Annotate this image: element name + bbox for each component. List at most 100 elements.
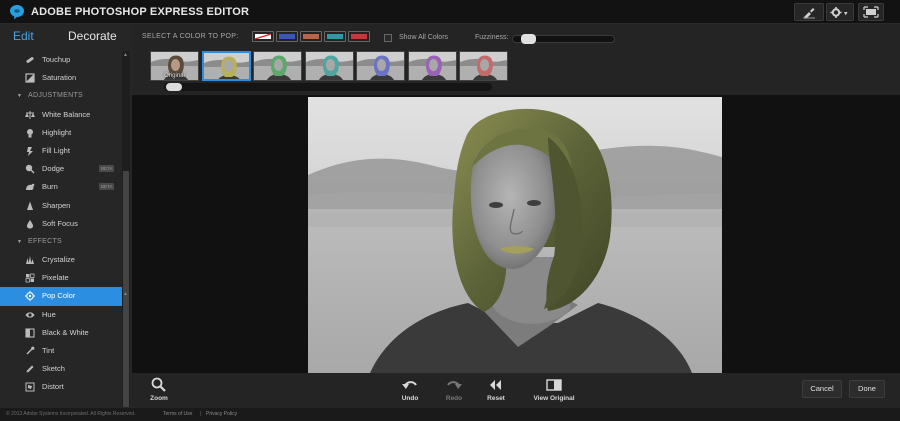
sidebar-item-saturation[interactable]: Saturation (0, 69, 122, 87)
sidebar-item-label: White Balance (42, 109, 91, 119)
no-color-icon (254, 33, 272, 40)
undo-label: Undo (401, 395, 419, 402)
canvas-area (132, 95, 900, 373)
undo-button[interactable]: Undo (396, 377, 424, 402)
color-swatch[interactable] (348, 31, 370, 42)
privacy-link[interactable]: Privacy Policy (206, 411, 237, 417)
color-swatch[interactable] (324, 31, 346, 42)
thumbnail-preset[interactable] (304, 51, 354, 81)
footer: © 2013 Adobe Systems Incorporated. All R… (0, 407, 900, 421)
fullscreen-button[interactable] (858, 3, 884, 21)
sidebar-item-label: Crystalize (42, 255, 75, 265)
crystal-icon (26, 256, 34, 265)
color-swatch[interactable] (300, 31, 322, 42)
collapse-caret-icon[interactable]: ▼ (17, 239, 22, 245)
sharpen-icon (27, 201, 33, 210)
pencil-icon (26, 365, 34, 373)
app-title: ADOBE PHOTOSHOP EXPRESS EDITOR (31, 6, 250, 18)
bandage-icon (26, 57, 34, 63)
sidebar-item-hue[interactable]: Hue (0, 306, 122, 324)
thumbnail-image (357, 52, 404, 80)
copyright-text: © 2013 Adobe Systems Incorporated. All R… (6, 411, 136, 417)
thumbnail-preset[interactable] (459, 51, 508, 81)
title-bar: ADOBE PHOTOSHOP EXPRESS EDITOR ▾ (0, 0, 900, 24)
scroll-up-icon[interactable]: ▲ (123, 291, 128, 297)
sidebar-item-label: Sketch (42, 364, 65, 374)
tool-list: Touchup Saturation ▼ ADJUSTMENTS White Balan… (0, 51, 122, 397)
collapse-caret-icon[interactable]: ▼ (17, 93, 22, 99)
distort-icon (25, 382, 35, 392)
tab-edit[interactable]: Edit (13, 29, 34, 43)
sidebar-item-pixelate[interactable]: Pixelate (0, 269, 122, 287)
tab-decorate[interactable]: Decorate (68, 29, 117, 43)
sidebar-item-label: Pixelate (42, 273, 69, 283)
reset-button[interactable]: Reset (482, 377, 510, 402)
settings-menu-button[interactable]: ▾ (826, 3, 854, 21)
sidebar-item-white-balance[interactable]: White Balance (0, 106, 122, 124)
cancel-button[interactable]: Cancel (802, 380, 842, 398)
sidebar-item-burn[interactable]: Burn BETA (0, 178, 122, 196)
sidebar-item-sketch[interactable]: Sketch (0, 360, 122, 378)
svg-text:▾: ▾ (844, 10, 848, 18)
bw-icon (25, 328, 35, 338)
sidebar-item-dodge[interactable]: Dodge BETA (0, 160, 122, 178)
flash-icon (27, 146, 33, 156)
thumbnail-preset[interactable] (201, 51, 251, 81)
left-panel: Edit Decorate Touchup Saturation ▼ ADJUSTME… (0, 24, 132, 421)
magnifier-icon (151, 377, 166, 392)
bottom-toolbar: Zoom Undo Redo Reset View Original Cance… (132, 373, 900, 407)
sidebar-item-label: Saturation (42, 73, 77, 83)
sidebar-item-pop-color[interactable]: Pop Color (0, 287, 122, 306)
mode-tabs: Edit Decorate (0, 24, 132, 49)
dropper-icon (26, 346, 35, 355)
show-all-colors-checkbox[interactable] (384, 34, 392, 42)
fuzziness-label: Fuzziness: (475, 34, 509, 41)
sidebar-item-black-white[interactable]: Black & White (0, 324, 122, 342)
burn-icon (26, 184, 35, 191)
tool-list-scrollbar[interactable]: ▲ ▲ ▼ (122, 51, 130, 421)
sidebar-item-crystalize[interactable]: Crystalize (0, 251, 122, 269)
gear-icon: ▾ (830, 7, 848, 18)
thumbnail-label: Original (164, 73, 185, 79)
redo-button[interactable]: Redo (440, 377, 468, 402)
view-original-button[interactable]: View Original (528, 377, 580, 402)
thumbnail-preset[interactable] (253, 51, 302, 81)
thumbnail-scrollbar[interactable] (164, 83, 492, 91)
thumbnail-original[interactable]: Original (150, 51, 199, 81)
section-header-effects[interactable]: ▼ EFFECTS (0, 233, 122, 251)
sidebar-item-fill-light[interactable]: Fill Light (0, 142, 122, 160)
color-swatch[interactable] (276, 31, 298, 42)
sidebar-item-tint[interactable]: Tint (0, 342, 122, 360)
edited-photo[interactable] (308, 97, 722, 373)
terms-link[interactable]: Terms of Use (163, 411, 192, 417)
sidebar-item-distort[interactable]: Distort (0, 378, 122, 396)
thumbnail-image (254, 52, 301, 80)
thumbnail-preset[interactable] (356, 51, 405, 81)
thumbnail-scrollbar-thumb[interactable] (166, 83, 182, 91)
scale-icon (25, 110, 35, 119)
footer-separator: | (200, 411, 202, 417)
done-button[interactable]: Done (849, 380, 885, 398)
zoom-button[interactable]: Zoom (146, 377, 172, 402)
sidebar-item-sharpen[interactable]: Sharpen (0, 197, 122, 215)
redo-icon (447, 381, 462, 389)
thumbnail-preset[interactable] (407, 51, 457, 81)
sidebar-item-label: Highlight (42, 127, 72, 137)
zoom-label: Zoom (150, 395, 168, 402)
tools-menu-button[interactable] (794, 3, 824, 21)
sidebar-item-label: Distort (42, 382, 64, 392)
scroll-up-icon[interactable]: ▲ (123, 52, 128, 58)
sidebar-item-highlight[interactable]: Highlight (0, 124, 122, 142)
show-all-colors-label[interactable]: Show All Colors (399, 34, 448, 41)
photoshop-express-logo-icon (10, 5, 24, 20)
color-swatch[interactable] (252, 31, 274, 42)
sidebar-item-touchup[interactable]: Touchup (0, 51, 122, 69)
section-label: EFFECTS (28, 237, 62, 245)
sidebar-item-label: Pop Color (42, 291, 76, 301)
target-icon (25, 291, 35, 302)
fuzziness-slider-thumb[interactable] (520, 34, 536, 44)
sidebar-item-label: Hue (42, 309, 56, 319)
thumbnail-image (460, 52, 507, 80)
sidebar-item-soft-focus[interactable]: Soft Focus (0, 215, 122, 233)
section-header-adjustments[interactable]: ▼ ADJUSTMENTS (0, 87, 122, 105)
